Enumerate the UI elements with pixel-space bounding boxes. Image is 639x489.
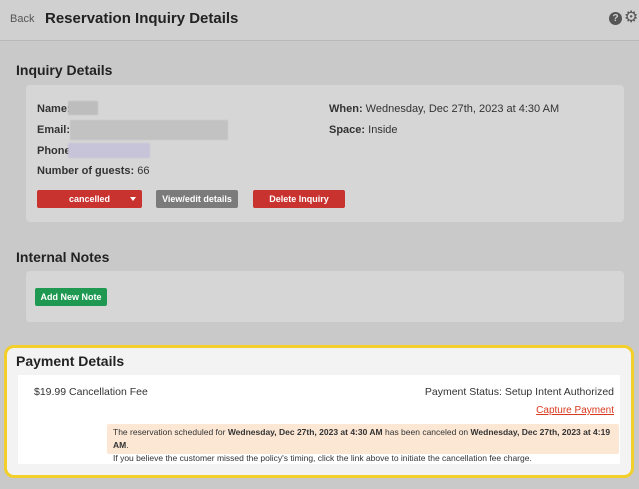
- internal-notes-heading: Internal Notes: [16, 249, 110, 265]
- name-redacted: [68, 101, 98, 115]
- notice-text-2: has been canceled on: [382, 427, 471, 437]
- payment-status-label: Payment Status: Setup Intent Authorized: [424, 386, 614, 398]
- top-bar: Back Reservation Inquiry Details ? ⚙: [0, 0, 639, 41]
- notice-scheduled-time: Wednesday, Dec 27th, 2023 at 4:30 AM: [227, 427, 383, 437]
- internal-notes-card: Add New Note: [26, 271, 624, 322]
- status-dropdown-label: cancelled: [68, 194, 111, 204]
- capture-payment-link[interactable]: Capture Payment: [536, 405, 614, 416]
- notice-text-1: The reservation scheduled for: [113, 427, 228, 437]
- inquiry-details-card: Name: Email: Phone: Number of guests: 66…: [26, 85, 624, 222]
- guests-value: 66: [137, 165, 150, 177]
- space-field: Space: Inside: [329, 124, 398, 136]
- back-link[interactable]: Back: [10, 13, 34, 25]
- phone-redacted: [68, 143, 150, 158]
- email-label: Email:: [37, 124, 71, 136]
- add-new-note-button[interactable]: Add New Note: [35, 288, 107, 306]
- guests-field: Number of guests: 66: [37, 165, 150, 177]
- name-field: Name:: [37, 103, 71, 115]
- cancellation-fee-label: $19.99 Cancellation Fee: [34, 386, 148, 398]
- when-field: When: Wednesday, Dec 27th, 2023 at 4:30 …: [329, 103, 559, 115]
- payment-details-card: $19.99 Cancellation Fee Payment Status: …: [18, 375, 620, 464]
- space-value: Inside: [368, 124, 398, 136]
- payment-details-heading: Payment Details: [16, 353, 125, 369]
- email-redacted: [70, 120, 228, 140]
- view-edit-details-button[interactable]: View/edit details: [156, 190, 238, 208]
- chevron-down-icon: [130, 197, 136, 201]
- notice-text-3: .: [126, 440, 129, 450]
- payment-details-panel: Payment Details $19.99 Cancellation Fee …: [4, 345, 634, 478]
- when-label: When:: [329, 103, 363, 115]
- notice-text-line2: If you believe the customer missed the p…: [113, 453, 532, 463]
- status-dropdown-button[interactable]: cancelled: [37, 190, 142, 208]
- help-circle-icon[interactable]: ?: [609, 12, 622, 25]
- gear-icon[interactable]: ⚙: [624, 9, 638, 27]
- email-field: Email:: [37, 124, 70, 136]
- name-label: Name:: [37, 103, 71, 115]
- guests-label: Number of guests:: [37, 165, 135, 177]
- page-title: Reservation Inquiry Details: [45, 10, 239, 27]
- delete-inquiry-button[interactable]: Delete Inquiry: [253, 190, 345, 208]
- when-value: Wednesday, Dec 27th, 2023 at 4:30 AM: [365, 103, 560, 115]
- cancellation-notice: The reservation scheduled for Wednesday,…: [107, 424, 619, 463]
- inquiry-details-heading: Inquiry Details: [16, 62, 113, 78]
- space-label: Space:: [329, 124, 366, 136]
